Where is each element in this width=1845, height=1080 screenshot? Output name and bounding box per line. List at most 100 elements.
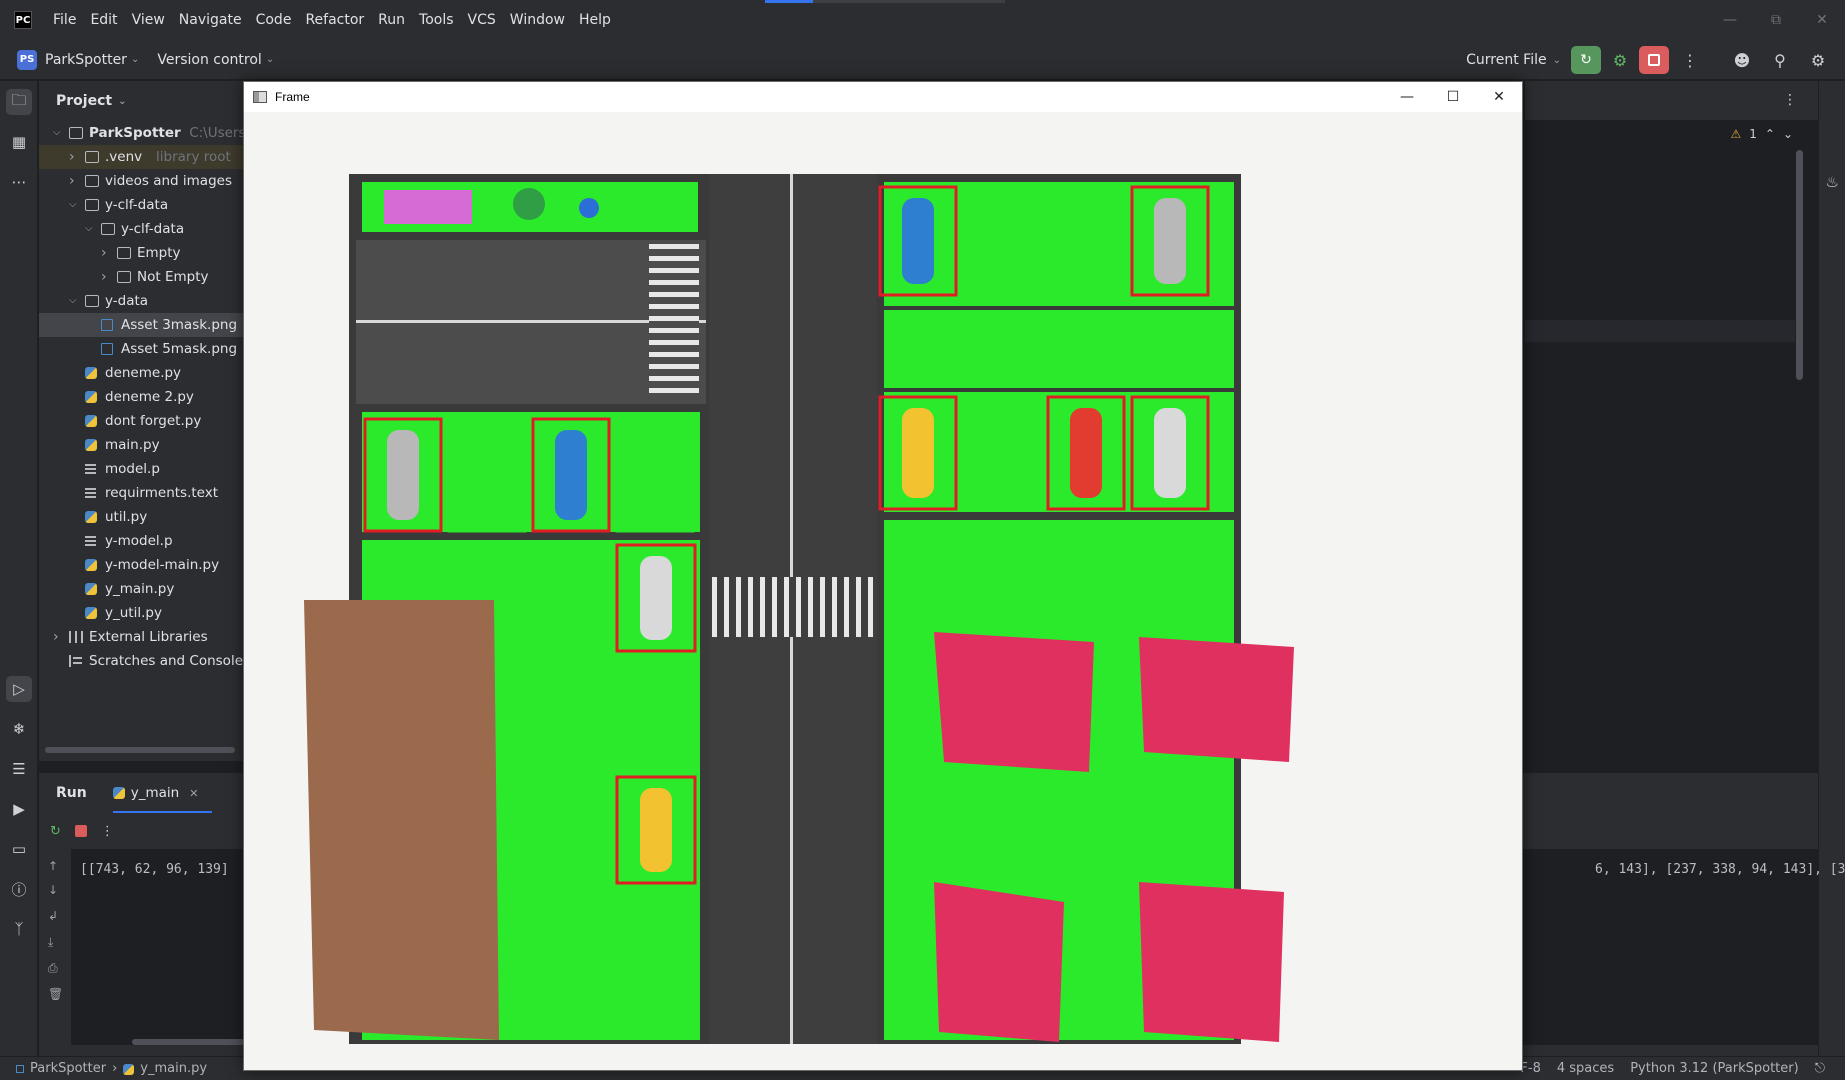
menu-run[interactable]: Run (371, 0, 412, 40)
rerun-icon[interactable]: ↻ (50, 824, 61, 839)
minimize-icon[interactable]: — (1707, 0, 1753, 40)
tree-item[interactable]: util.py (39, 505, 244, 529)
project-badge-icon[interactable]: PS (17, 49, 37, 70)
close-icon[interactable]: ✕ (1799, 0, 1845, 40)
chevron-down-icon[interactable]: ⌵ (69, 193, 81, 217)
lock-icon[interactable]: ⎋ (1815, 1057, 1825, 1080)
close-icon[interactable]: ✕ (1476, 82, 1522, 112)
project-switcher[interactable]: ParkSpotter (45, 52, 127, 68)
tree-item[interactable]: › .venv library root (39, 145, 244, 169)
tree-item[interactable]: ⌵ y-data (39, 289, 244, 313)
chevron-up-icon[interactable]: ⌃ (1765, 127, 1775, 141)
stop-icon[interactable] (74, 825, 87, 837)
menu-navigate[interactable]: Navigate (172, 0, 249, 40)
restore-icon[interactable]: ⧉ (1753, 0, 1799, 40)
tree-item[interactable]: deneme.py (39, 361, 244, 385)
file-encoding[interactable]: F-8 (1520, 1057, 1540, 1080)
settings-button[interactable]: ⚙ (1801, 46, 1835, 74)
chevron-down-icon[interactable]: ⌄ (1783, 127, 1793, 141)
more-tools-button[interactable]: ⋯ (6, 169, 32, 195)
tree-item[interactable]: y-model-main.py (39, 553, 244, 577)
chevron-down-icon[interactable]: ⌵ (69, 289, 81, 313)
opencv-frame-window[interactable]: Frame — ☐ ✕ (243, 81, 1523, 1071)
chevron-right-icon[interactable]: › (53, 625, 65, 649)
git-button[interactable]: ᛉ (6, 916, 32, 942)
tree-item[interactable]: y-model.p (39, 529, 244, 553)
editor-vertical-scrollbar[interactable] (1796, 150, 1803, 380)
chevron-right-icon[interactable]: › (101, 265, 113, 289)
tree-item[interactable]: dont forget.py (39, 409, 244, 433)
soft-wrap-icon[interactable]: ↲ (48, 909, 58, 923)
search-everywhere-button[interactable]: ⚲ (1763, 46, 1797, 74)
menu-refactor[interactable]: Refactor (298, 0, 371, 40)
chevron-down-icon[interactable]: ⌄ (1553, 55, 1561, 66)
tree-item[interactable]: › Not Empty (39, 265, 244, 289)
tree-item[interactable]: ⌵ ParkSpotter C:\Users\N (39, 121, 244, 145)
stop-button[interactable] (1639, 46, 1669, 74)
python-console-button[interactable]: ❄ (6, 716, 32, 742)
tree-item[interactable]: ⌵ y-clf-data (39, 217, 244, 241)
breadcrumb-project[interactable]: ParkSpotter (30, 1057, 106, 1080)
menu-file[interactable]: File (46, 0, 83, 40)
breadcrumb-file[interactable]: y_main.py (140, 1057, 207, 1080)
tree-item[interactable]: main.py (39, 433, 244, 457)
maximize-icon[interactable]: ☐ (1430, 82, 1476, 112)
debug-button[interactable]: ⚙ (1605, 46, 1635, 74)
chevron-down-icon[interactable]: ⌵ (53, 121, 65, 145)
scroll-down-icon[interactable]: ↓ (48, 883, 58, 897)
tree-item[interactable]: model.p (39, 457, 244, 481)
tree-item[interactable]: › External Libraries (39, 625, 244, 649)
tree-item[interactable]: deneme 2.py (39, 385, 244, 409)
structure-tool-button[interactable]: ▦ (6, 129, 32, 155)
tree-item[interactable]: Asset 5mask.png (39, 337, 244, 361)
chevron-down-icon[interactable]: ⌄ (118, 96, 126, 107)
menu-help[interactable]: Help (572, 0, 618, 40)
menu-view[interactable]: View (125, 0, 172, 40)
code-with-me-button[interactable]: ☻ (1725, 46, 1759, 74)
notifications-bell-icon[interactable]: ♨ (1826, 173, 1839, 191)
tree-item[interactable]: y_main.py (39, 577, 244, 601)
tree-item[interactable]: ⌵ y-clf-data (39, 193, 244, 217)
chevron-right-icon[interactable]: › (69, 145, 81, 169)
close-icon[interactable]: ✕ (189, 787, 198, 800)
python-interpreter[interactable]: Python 3.12 (ParkSpotter) (1630, 1057, 1799, 1080)
services-button[interactable]: ▶ (6, 796, 32, 822)
tree-item[interactable]: › videos and images (39, 169, 244, 193)
menu-window[interactable]: Window (503, 0, 572, 40)
tree-item[interactable]: Scratches and Consoles (39, 649, 244, 673)
print-icon[interactable]: ⎙ (48, 961, 58, 976)
terminal-button[interactable]: ▭ (6, 836, 32, 862)
indent-setting[interactable]: 4 spaces (1557, 1057, 1614, 1080)
chevron-down-icon[interactable]: ⌵ (85, 217, 97, 241)
horizontal-scrollbar[interactable] (45, 747, 235, 753)
chevron-down-icon[interactable]: ⌄ (131, 54, 139, 65)
menu-vcs[interactable]: VCS (461, 0, 503, 40)
menu-code[interactable]: Code (249, 0, 299, 40)
chevron-down-icon[interactable]: ⌄ (266, 54, 274, 65)
project-tool-button[interactable]: 🗀 (6, 89, 32, 115)
trash-icon[interactable]: 🗑 (48, 987, 63, 1001)
run-tool-button[interactable]: ▷ (6, 676, 32, 702)
problems-button[interactable]: ⓘ (6, 876, 32, 902)
scroll-up-icon[interactable]: ↑ (48, 859, 58, 873)
python-packages-button[interactable]: ☰ (6, 756, 32, 782)
project-panel-header[interactable]: Project ⌄ (39, 81, 244, 121)
more-actions-button[interactable]: ⋮ (1673, 46, 1707, 74)
scroll-to-end-icon[interactable]: ⤓ (48, 935, 53, 950)
tree-item[interactable]: › Empty (39, 241, 244, 265)
version-control-widget[interactable]: Version control (157, 52, 261, 68)
frame-title-bar[interactable]: Frame — ☐ ✕ (244, 82, 1522, 112)
run-configuration-selector[interactable]: Current File (1466, 52, 1546, 68)
tree-item[interactable]: y_util.py (39, 601, 244, 625)
chevron-right-icon[interactable]: › (69, 169, 81, 193)
menu-tools[interactable]: Tools (412, 0, 461, 40)
inspection-widget[interactable]: ⚠ 1 ⌃ ⌄ (1730, 127, 1793, 141)
menu-edit[interactable]: Edit (83, 0, 124, 40)
tree-item[interactable]: requirments.text (39, 481, 244, 505)
rerun-button[interactable]: ↻ (1571, 46, 1601, 74)
chevron-right-icon[interactable]: › (101, 241, 113, 265)
more-vertical-icon[interactable]: ⋮ (1783, 92, 1797, 108)
minimize-icon[interactable]: — (1384, 82, 1430, 112)
tree-item[interactable]: Asset 3mask.png (39, 313, 244, 337)
more-vertical-icon[interactable]: ⋮ (101, 824, 114, 839)
